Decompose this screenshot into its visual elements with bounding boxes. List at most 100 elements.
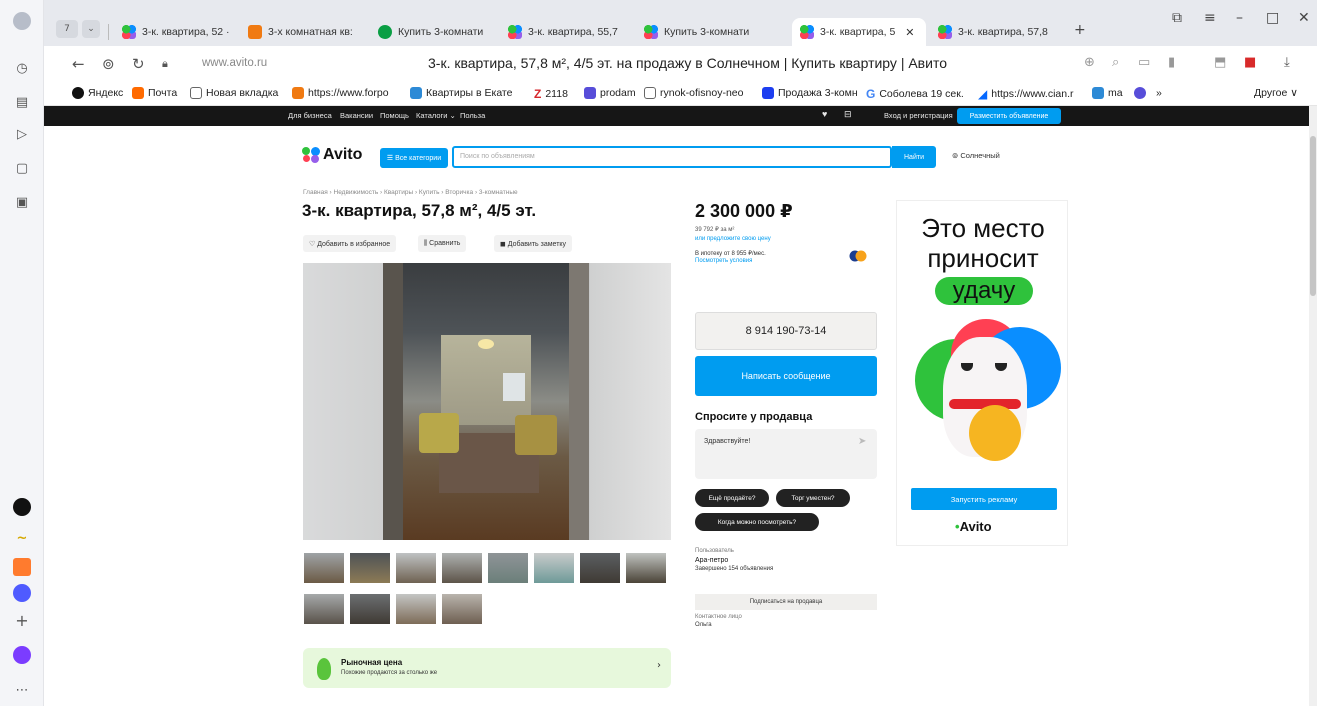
- bookmark-rynok[interactable]: rynok-ofisnoy-neo: [644, 87, 743, 99]
- quick-question-button[interactable]: Торг уместен?: [776, 489, 850, 507]
- lock-icon[interactable]: 🔒︎: [162, 57, 168, 71]
- download-icon[interactable]: ⤓: [1284, 55, 1290, 70]
- avito-logo[interactable]: Avito: [302, 146, 362, 164]
- photo-thumbnail[interactable]: [533, 552, 575, 584]
- send-icon[interactable]: ➤: [858, 436, 866, 447]
- calendar-icon[interactable]: ▢: [12, 158, 32, 178]
- bookmark-ekb-apartments[interactable]: Квартиры в Екате: [410, 87, 512, 99]
- photo-thumbnail[interactable]: [441, 593, 483, 625]
- back-icon[interactable]: ←: [72, 55, 85, 73]
- ask-seller-input[interactable]: [695, 429, 877, 479]
- tab-buy-3room[interactable]: Купить 3-комнати: [370, 18, 496, 46]
- photo-thumbnail[interactable]: [579, 552, 621, 584]
- offer-price-link[interactable]: или предложите свою цену: [695, 236, 771, 242]
- add-to-favorites-button[interactable]: ♡ Добавить в избранное: [303, 235, 397, 252]
- breadcrumb[interactable]: Главная › Недвижимость › Квартиры › Купи…: [303, 189, 518, 196]
- messenger-icon[interactable]: [13, 584, 31, 602]
- launch-ad-button[interactable]: Запустить рекламу: [911, 488, 1057, 510]
- yandex-profile-icon[interactable]: [13, 12, 31, 30]
- reload-icon[interactable]: ↻: [132, 55, 145, 73]
- bookmark-mail[interactable]: Почта: [132, 87, 177, 99]
- bookmark-new-tab[interactable]: Новая вкладка: [190, 87, 278, 99]
- page-title-address[interactable]: 3-к. квартира, 57,8 м², 4/5 эт. на прода…: [428, 55, 947, 71]
- photo-thumbnail[interactable]: [303, 593, 345, 625]
- close-tab-icon[interactable]: ✕: [905, 26, 914, 39]
- mortgage-conditions-link[interactable]: Посмотреть условия: [695, 258, 752, 264]
- bookmark-ma[interactable]: ma: [1092, 87, 1123, 99]
- bookmark-yandex[interactable]: Яндекс: [72, 87, 123, 99]
- music-icon[interactable]: ~: [12, 528, 32, 548]
- quick-question-button[interactable]: Когда можно посмотреть?: [695, 513, 819, 531]
- show-phone-button[interactable]: 8 914 190-73-14: [695, 312, 877, 350]
- alice-assistant-icon[interactable]: [13, 646, 31, 664]
- more-icon[interactable]: ⋯: [12, 680, 32, 700]
- location-link[interactable]: ⊚ Солнечный: [952, 151, 1000, 160]
- play-icon[interactable]: ▷: [12, 124, 32, 144]
- photo-thumbnail[interactable]: [349, 552, 391, 584]
- bookmarks-other[interactable]: Другое ∨: [1254, 87, 1298, 99]
- collections-icon[interactable]: ⧉: [1172, 10, 1182, 26]
- favorites-heart-icon[interactable]: ♥: [822, 109, 827, 119]
- close-window-button[interactable]: ✕: [1298, 10, 1310, 26]
- ad-banner[interactable]: Это место приносит удачу Запустить рекла…: [896, 200, 1068, 546]
- topbar-link[interactable]: Польза: [460, 111, 485, 120]
- all-categories-button[interactable]: ☰ Все категории: [380, 148, 448, 168]
- tab-counter[interactable]: 7: [56, 20, 78, 38]
- maximize-button[interactable]: □: [1266, 10, 1279, 26]
- subscribe-seller-button[interactable]: Подписаться на продавца: [695, 594, 877, 610]
- mail-icon[interactable]: [13, 558, 31, 576]
- minimize-button[interactable]: –: [1236, 10, 1243, 26]
- topbar-link[interactable]: Каталоги ⌄: [416, 111, 456, 120]
- bookmark-icon[interactable]: ▮: [1168, 55, 1175, 70]
- quick-question-button[interactable]: Ещё продаёте?: [695, 489, 769, 507]
- scrollbar-thumb[interactable]: [1310, 136, 1316, 296]
- reader-icon[interactable]: ▭: [1138, 55, 1150, 70]
- shield-icon[interactable]: ⊚: [102, 55, 115, 73]
- bookmark-cian[interactable]: ◢ https://www.cian.r: [978, 87, 1074, 101]
- search-icon[interactable]: ⌕: [1112, 55, 1119, 70]
- search-input[interactable]: Поиск по объявлениям: [452, 146, 892, 168]
- tab-3room-apartment[interactable]: 3-х комнатная кв:: [240, 18, 366, 46]
- market-price-banner[interactable]: Рыночная цена Похожие продаются за столь…: [303, 648, 671, 688]
- post-ad-button[interactable]: Разместить объявление: [957, 108, 1061, 124]
- url-field[interactable]: www.avito.ru: [202, 57, 267, 69]
- main-photo[interactable]: [303, 263, 671, 540]
- translate-icon[interactable]: ⊕: [1084, 55, 1095, 70]
- photo-thumbnail[interactable]: [487, 552, 529, 584]
- photo-thumbnail[interactable]: [395, 552, 437, 584]
- photo-thumbnail[interactable]: [303, 552, 345, 584]
- extension-icon[interactable]: ■: [1244, 55, 1256, 70]
- history-icon[interactable]: ◷: [12, 58, 32, 78]
- notes-icon[interactable]: ▤: [12, 92, 32, 112]
- photo-thumbnail[interactable]: [395, 593, 437, 625]
- topbar-link[interactable]: Вакансии: [340, 111, 373, 120]
- new-tab-button[interactable]: +: [1074, 22, 1086, 38]
- gallery-icon[interactable]: ▣: [12, 192, 32, 212]
- tabs-dropdown-icon[interactable]: ⌄: [82, 20, 100, 38]
- bookmark-soboleva[interactable]: G Соболева 19 сек.: [866, 87, 964, 101]
- tab-listing-52[interactable]: 3-к. квартира, 52 ·: [114, 18, 238, 46]
- login-link[interactable]: Вход и регистрация: [884, 111, 953, 120]
- bookmarks-overflow[interactable]: »: [1156, 87, 1162, 99]
- topbar-link[interactable]: Для бизнеса: [288, 111, 332, 120]
- add-panel-icon[interactable]: +: [12, 610, 32, 630]
- bookmark-prodam[interactable]: prodam: [584, 87, 636, 99]
- compare-button[interactable]: ⫼ Сравнить: [418, 235, 467, 252]
- tab-listing-57[interactable]: 3-к. квартира, 57,8: [930, 18, 1060, 46]
- photo-thumbnail[interactable]: [625, 552, 667, 584]
- bookmark-purple[interactable]: [1134, 87, 1146, 99]
- search-button[interactable]: Найти: [892, 146, 936, 168]
- tab-buy-3room-avito[interactable]: Купить 3-комнати: [636, 18, 766, 46]
- bookmark-2118[interactable]: Z 2118: [534, 87, 568, 101]
- menu-icon[interactable]: ≡: [1204, 10, 1216, 26]
- tab-listing-55[interactable]: 3-к. квартира, 55,7: [500, 18, 630, 46]
- bookmark-forpost[interactable]: https://www.forpo: [292, 87, 389, 99]
- tab-active-listing[interactable]: 3-к. квартира, 5 ✕: [792, 18, 926, 46]
- ask-seller-text[interactable]: Здравствуйте!: [704, 438, 750, 445]
- photo-thumbnail[interactable]: [441, 552, 483, 584]
- chevron-right-icon[interactable]: ›: [657, 660, 661, 671]
- alice-icon[interactable]: [13, 498, 31, 516]
- add-note-button[interactable]: ◼ Добавить заметку: [494, 235, 573, 252]
- cart-icon[interactable]: ⊟: [844, 109, 852, 120]
- bookmark-prodazha[interactable]: Продажа 3-комн: [762, 87, 858, 99]
